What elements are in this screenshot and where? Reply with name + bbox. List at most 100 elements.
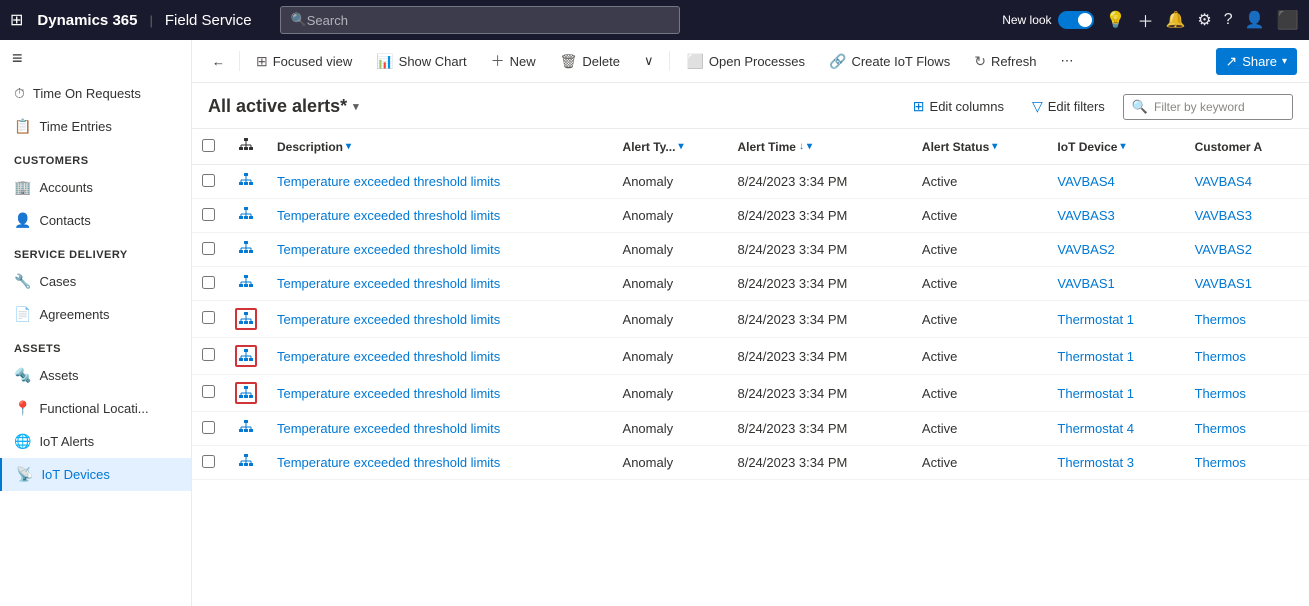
nav-divider: | bbox=[149, 13, 152, 28]
search-bar[interactable]: 🔍 bbox=[280, 6, 680, 34]
back-button[interactable]: ← bbox=[204, 49, 233, 74]
waffle-icon[interactable]: ⬛ bbox=[1277, 10, 1299, 31]
col-header-alert-type[interactable]: Alert Ty... ▾ bbox=[613, 129, 728, 165]
row-checkbox[interactable] bbox=[202, 276, 215, 289]
customer-link[interactable]: Thermos bbox=[1195, 312, 1246, 327]
customer-link[interactable]: VAVBAS2 bbox=[1195, 242, 1252, 257]
sidebar-item-time-entries[interactable]: 📋 Time Entries bbox=[0, 110, 191, 143]
col-header-customer[interactable]: Customer A bbox=[1185, 129, 1309, 165]
row-checkbox[interactable] bbox=[202, 455, 215, 468]
row-checkbox[interactable] bbox=[202, 208, 215, 221]
sidebar-item-functional-locations[interactable]: 📍 Functional Locati... bbox=[0, 392, 191, 425]
description-link[interactable]: Temperature exceeded threshold limits bbox=[277, 174, 500, 189]
edit-filters-button[interactable]: ▽ Edit filters bbox=[1022, 93, 1115, 120]
new-look-switch[interactable] bbox=[1058, 11, 1094, 29]
row-checkbox-cell[interactable] bbox=[192, 301, 225, 338]
row-checkbox[interactable] bbox=[202, 385, 215, 398]
iot-device-link[interactable]: Thermostat 1 bbox=[1057, 349, 1134, 364]
row-checkbox[interactable] bbox=[202, 311, 215, 324]
description-link[interactable]: Temperature exceeded threshold limits bbox=[277, 455, 500, 470]
open-processes-button[interactable]: ⬜ Open Processes bbox=[676, 48, 815, 75]
description-link[interactable]: Temperature exceeded threshold limits bbox=[277, 421, 500, 436]
row-checkbox-cell[interactable] bbox=[192, 233, 225, 267]
refresh-button[interactable]: ↻ Refresh bbox=[964, 48, 1046, 75]
row-checkbox[interactable] bbox=[202, 421, 215, 434]
iot-device-link[interactable]: VAVBAS1 bbox=[1057, 276, 1114, 291]
plus-icon[interactable]: ＋ bbox=[1137, 8, 1153, 32]
iot-device-link[interactable]: Thermostat 4 bbox=[1057, 421, 1134, 436]
bell-icon[interactable]: 🔔 bbox=[1165, 10, 1185, 30]
sidebar-item-agreements[interactable]: 📄 Agreements bbox=[0, 298, 191, 331]
customer-link[interactable]: VAVBAS1 bbox=[1195, 276, 1252, 291]
sidebar-toggle[interactable]: ≡ bbox=[0, 40, 191, 77]
new-button[interactable]: ＋ New bbox=[481, 46, 546, 76]
sidebar-item-iot-alerts[interactable]: 🌐 IoT Alerts bbox=[0, 425, 191, 458]
iot-device-link[interactable]: Thermostat 1 bbox=[1057, 312, 1134, 327]
customer-link[interactable]: VAVBAS3 bbox=[1195, 208, 1252, 223]
customer-link[interactable]: Thermos bbox=[1195, 349, 1246, 364]
focused-view-button[interactable]: ⊞ Focused view bbox=[246, 48, 362, 75]
row-checkbox[interactable] bbox=[202, 348, 215, 361]
grid-title-chevron[interactable]: ▾ bbox=[353, 100, 359, 113]
lightbulb-icon[interactable]: 💡 bbox=[1106, 10, 1126, 30]
delete-button[interactable]: 🗑 Delete bbox=[550, 48, 630, 75]
customer-link[interactable]: Thermos bbox=[1195, 386, 1246, 401]
iot-device-link[interactable]: VAVBAS4 bbox=[1057, 174, 1114, 189]
row-checkbox-cell[interactable] bbox=[192, 338, 225, 375]
iot-device-link[interactable]: Thermostat 3 bbox=[1057, 455, 1134, 470]
iot-device-link[interactable]: VAVBAS2 bbox=[1057, 242, 1114, 257]
iot-device-link[interactable]: Thermostat 1 bbox=[1057, 386, 1134, 401]
iot-device-link[interactable]: VAVBAS3 bbox=[1057, 208, 1114, 223]
description-link[interactable]: Temperature exceeded threshold limits bbox=[277, 242, 500, 257]
description-link[interactable]: Temperature exceeded threshold limits bbox=[277, 208, 500, 223]
row-alert-time: 8/24/2023 3:34 PM bbox=[727, 233, 911, 267]
customer-link[interactable]: Thermos bbox=[1195, 455, 1246, 470]
row-iot-device: Thermostat 3 bbox=[1047, 446, 1184, 480]
select-all-checkbox-header[interactable] bbox=[192, 129, 225, 165]
search-input[interactable] bbox=[307, 13, 669, 28]
share-button[interactable]: ↗ Share ▾ bbox=[1216, 48, 1297, 75]
customer-link[interactable]: Thermos bbox=[1195, 421, 1246, 436]
row-checkbox[interactable] bbox=[202, 174, 215, 187]
select-all-checkbox[interactable] bbox=[202, 139, 215, 152]
user-icon[interactable]: 👤 bbox=[1245, 10, 1265, 30]
description-link[interactable]: Temperature exceeded threshold limits bbox=[277, 276, 500, 291]
edit-columns-button[interactable]: ⊞ Edit columns bbox=[903, 93, 1014, 120]
more-button[interactable]: ⋯ bbox=[1050, 48, 1083, 74]
sidebar-item-time-on-requests[interactable]: ⏱ Time On Requests bbox=[0, 77, 191, 110]
row-checkbox-cell[interactable] bbox=[192, 267, 225, 301]
customer-link[interactable]: VAVBAS4 bbox=[1195, 174, 1252, 189]
table-row: Temperature exceeded threshold limits An… bbox=[192, 338, 1309, 375]
col-header-description[interactable]: Description ▾ bbox=[267, 129, 613, 165]
new-look-toggle[interactable]: New look bbox=[1002, 11, 1093, 29]
table-row: Temperature exceeded threshold limits An… bbox=[192, 412, 1309, 446]
create-iot-flows-button[interactable]: 🔗 Create IoT Flows bbox=[819, 48, 960, 75]
table-row: Temperature exceeded threshold limits An… bbox=[192, 267, 1309, 301]
dropdown-button[interactable]: ∨ bbox=[634, 48, 664, 74]
row-checkbox-cell[interactable] bbox=[192, 446, 225, 480]
network-icon bbox=[238, 210, 254, 225]
description-link[interactable]: Temperature exceeded threshold limits bbox=[277, 312, 500, 327]
row-checkbox-cell[interactable] bbox=[192, 165, 225, 199]
row-icon-cell bbox=[225, 165, 267, 199]
row-checkbox[interactable] bbox=[202, 242, 215, 255]
help-icon[interactable]: ? bbox=[1224, 11, 1233, 29]
grid-icon[interactable]: ⊞ bbox=[10, 10, 23, 30]
description-link[interactable]: Temperature exceeded threshold limits bbox=[277, 386, 500, 401]
sidebar-item-cases[interactable]: 🔧 Cases bbox=[0, 265, 191, 298]
row-checkbox-cell[interactable] bbox=[192, 412, 225, 446]
sidebar-item-accounts[interactable]: 🏢 Accounts bbox=[0, 171, 191, 204]
row-checkbox-cell[interactable] bbox=[192, 375, 225, 412]
description-link[interactable]: Temperature exceeded threshold limits bbox=[277, 349, 500, 364]
settings-icon[interactable]: ⚙ bbox=[1197, 10, 1211, 30]
sidebar-item-iot-devices[interactable]: 📡 IoT Devices bbox=[0, 458, 191, 491]
sidebar-item-assets[interactable]: 🔩 Assets bbox=[0, 359, 191, 392]
col-header-iot-device[interactable]: IoT Device ▾ bbox=[1047, 129, 1184, 165]
col-header-alert-status[interactable]: Alert Status ▾ bbox=[912, 129, 1047, 165]
row-checkbox-cell[interactable] bbox=[192, 199, 225, 233]
filter-by-keyword-input-container[interactable]: 🔍 bbox=[1123, 94, 1293, 120]
col-header-alert-time[interactable]: Alert Time ↓ ▾ bbox=[727, 129, 911, 165]
filter-by-keyword-input[interactable] bbox=[1154, 100, 1284, 114]
show-chart-button[interactable]: 📊 Show Chart bbox=[366, 48, 476, 75]
sidebar-item-contacts[interactable]: 👤 Contacts bbox=[0, 204, 191, 237]
